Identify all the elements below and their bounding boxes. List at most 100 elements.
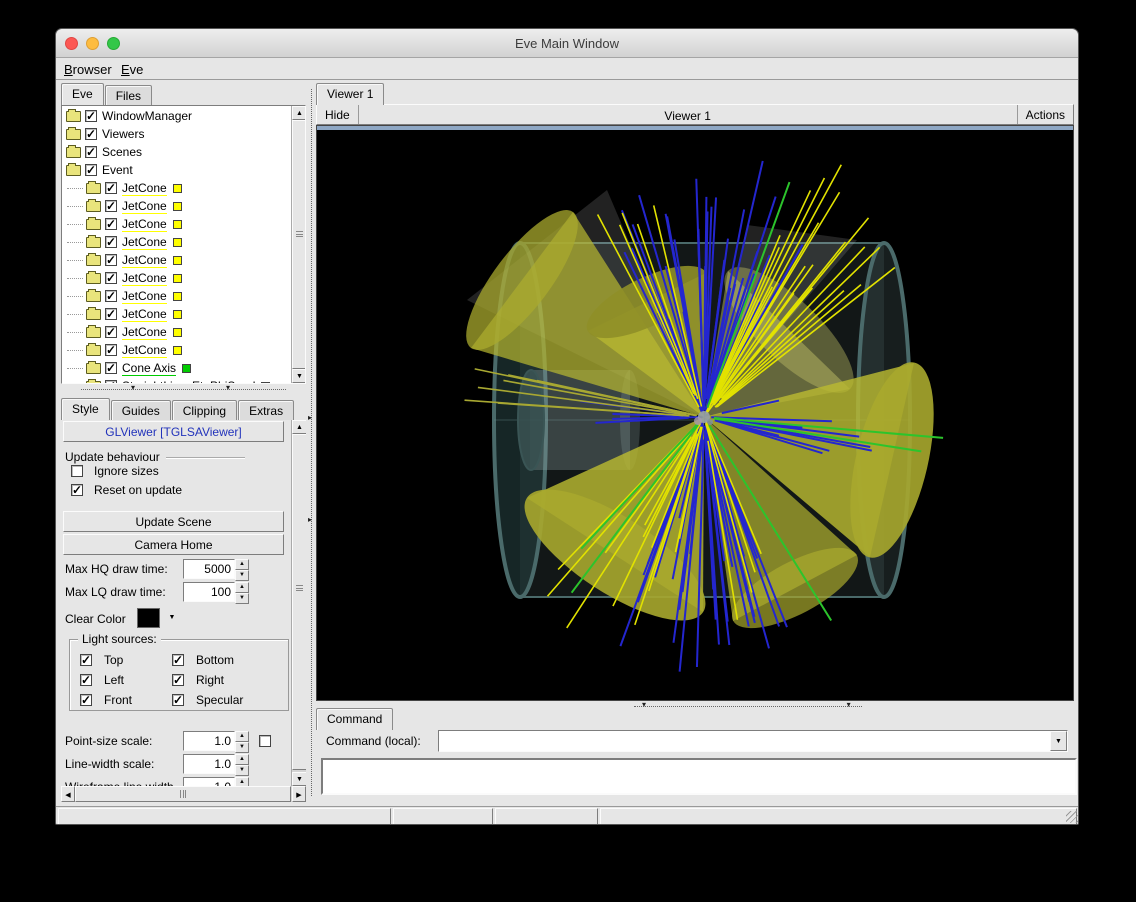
menu-browser[interactable]: Browser [64, 62, 112, 77]
light-top[interactable]: Top [80, 650, 172, 670]
tab-clipping[interactable]: Clipping [172, 400, 237, 420]
scroll-up-icon[interactable]: ▲ [292, 420, 306, 434]
glviewer-button[interactable]: GLViewer [TGLSAViewer] [63, 421, 284, 442]
tree-item-checkbox[interactable] [85, 128, 97, 140]
light-right[interactable]: Right [172, 670, 282, 690]
tree-item-label[interactable]: JetCone [122, 343, 167, 358]
combo-dropdown-icon[interactable]: ▼ [1050, 731, 1067, 751]
spin-up-icon[interactable]: ▲ [235, 777, 249, 786]
update-scene-button[interactable]: Update Scene [63, 511, 284, 532]
point-size-input[interactable] [183, 731, 235, 751]
style-horizontal-scrollbar[interactable]: ◀ ▶ [61, 786, 306, 802]
viewer-command-splitter[interactable]: ▾ ▾ [316, 702, 1074, 710]
tree-item-checkbox[interactable] [105, 200, 117, 212]
tree-item-scenes[interactable]: Scenes [63, 143, 291, 161]
tab-eve[interactable]: Eve [61, 83, 104, 105]
folder-icon[interactable] [86, 345, 101, 356]
command-combobox[interactable]: ▼ [438, 730, 1068, 752]
max-lq-input[interactable] [183, 582, 235, 602]
spin-down-icon[interactable]: ▼ [235, 593, 249, 604]
tab-viewer-1[interactable]: Viewer 1 [316, 83, 384, 105]
tree-item-checkbox[interactable] [85, 164, 97, 176]
line-width-input[interactable] [183, 754, 235, 774]
scroll-left-icon[interactable]: ◀ [61, 786, 75, 802]
tree-item-windowmanager[interactable]: WindowManager [63, 107, 291, 125]
tree-item-label[interactable]: Event [102, 163, 133, 178]
wireframe-input[interactable] [183, 777, 235, 786]
tree-vertical-scrollbar[interactable]: ▲ ▼ [291, 106, 306, 383]
tree-item-jetcone[interactable]: JetCone [63, 305, 291, 323]
tree-item-jetcone[interactable]: JetCone [63, 233, 291, 251]
scroll-down-icon[interactable]: ▼ [292, 772, 306, 786]
tree-item-checkbox[interactable] [85, 146, 97, 158]
folder-icon[interactable] [86, 183, 101, 194]
tree-item-checkbox[interactable] [105, 380, 117, 384]
folder-icon[interactable] [66, 165, 81, 176]
point-size-spinner[interactable]: ▲▼ [183, 731, 249, 751]
ignore-sizes-checkbox[interactable] [71, 465, 83, 477]
tree-item-jetcone[interactable]: JetCone [63, 251, 291, 269]
max-hq-spinner[interactable]: ▲▼ [183, 559, 249, 579]
command-output[interactable] [321, 758, 1077, 795]
tree-style-splitter[interactable]: ▾ ▾ [61, 385, 306, 393]
tab-files[interactable]: Files [105, 85, 152, 105]
tab-command[interactable]: Command [316, 708, 393, 730]
folder-icon[interactable] [86, 381, 101, 385]
wireframe-spinner[interactable]: ▲▼ [183, 777, 249, 786]
left-right-splitter[interactable]: ▸ ▸ [307, 83, 316, 802]
line-width-spinner[interactable]: ▲▼ [183, 754, 249, 774]
spin-up-icon[interactable]: ▲ [235, 731, 249, 742]
tab-extras[interactable]: Extras [238, 400, 294, 420]
reset-on-update-checkbox[interactable] [71, 484, 83, 496]
folder-icon[interactable] [86, 255, 101, 266]
reset-on-update-row[interactable]: Reset on update [71, 483, 182, 497]
max-lq-spinner[interactable]: ▲▼ [183, 582, 249, 602]
tree-item-jetcone[interactable]: JetCone [63, 269, 291, 287]
color-swatch[interactable] [173, 220, 182, 229]
light-bottom[interactable]: Bottom [172, 650, 282, 670]
tree-item-checkbox[interactable] [85, 110, 97, 122]
tree-item-label[interactable]: JetCone [122, 253, 167, 268]
color-swatch[interactable] [173, 238, 182, 247]
color-swatch[interactable] [173, 184, 182, 193]
tree-item-label[interactable]: JetCone [122, 271, 167, 286]
spin-down-icon[interactable]: ▼ [235, 570, 249, 581]
tree-item-label[interactable]: JetCone [122, 235, 167, 250]
tree-item-checkbox[interactable] [105, 236, 117, 248]
tree-item-checkbox[interactable] [105, 254, 117, 266]
folder-icon[interactable] [86, 237, 101, 248]
tree-item-label[interactable]: JetCone [122, 217, 167, 232]
tree-item-checkbox[interactable] [105, 182, 117, 194]
tree-item-label[interactable]: Cone Axis [122, 361, 176, 376]
clear-color-swatch[interactable] [137, 608, 160, 628]
ignore-sizes-row[interactable]: Ignore sizes [71, 464, 159, 478]
spin-up-icon[interactable]: ▲ [235, 559, 249, 570]
tree-item-label[interactable]: StraightLinesEtaPhiSeed [122, 379, 255, 385]
tree-item-checkbox[interactable] [105, 362, 117, 374]
max-hq-input[interactable] [183, 559, 235, 579]
tree-item-jetcone[interactable]: JetCone [63, 323, 291, 341]
scroll-down-icon[interactable]: ▼ [292, 369, 306, 383]
point-size-checkbox[interactable] [259, 735, 271, 747]
color-swatch[interactable] [173, 274, 182, 283]
light-checkbox[interactable] [80, 694, 92, 706]
tree-item-jetcone[interactable]: JetCone [63, 197, 291, 215]
light-checkbox[interactable] [80, 674, 92, 686]
color-swatch[interactable] [173, 310, 182, 319]
tree-item-checkbox[interactable] [105, 326, 117, 338]
tree-item-label[interactable]: JetCone [122, 307, 167, 322]
light-left[interactable]: Left [80, 670, 172, 690]
color-swatch[interactable] [182, 364, 191, 373]
light-checkbox[interactable] [172, 674, 184, 686]
menu-eve[interactable]: Eve [121, 62, 143, 77]
tree-item-label[interactable]: Viewers [102, 127, 144, 142]
light-checkbox[interactable] [172, 694, 184, 706]
folder-icon[interactable] [86, 219, 101, 230]
folder-icon[interactable] [86, 201, 101, 212]
tree-item-checkbox[interactable] [105, 218, 117, 230]
actions-button[interactable]: Actions [1017, 105, 1073, 124]
clear-color-dropdown-icon[interactable]: ▼ [164, 608, 180, 628]
tree-item-checkbox[interactable] [105, 344, 117, 356]
light-checkbox[interactable] [172, 654, 184, 666]
camera-home-button[interactable]: Camera Home [63, 534, 284, 555]
